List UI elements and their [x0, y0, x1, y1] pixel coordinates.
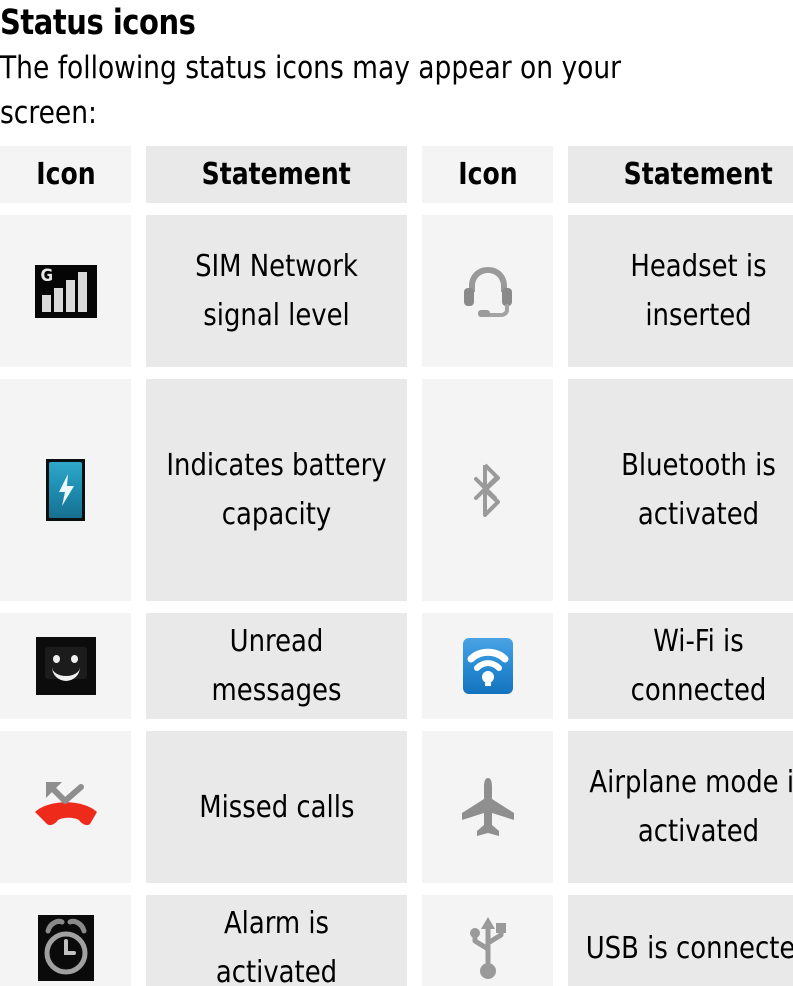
cell-statement-battery: Indicates battery capacity: [146, 379, 407, 601]
wifi-icon: [462, 638, 513, 694]
cell-icon-bluetooth: [422, 379, 553, 601]
airplane-icon: [461, 778, 514, 836]
statement-text: Missed calls: [198, 789, 355, 825]
table-header-row: Icon Statement Icon Statement: [0, 146, 793, 203]
cell-icon-alarm: [0, 895, 131, 986]
cell-statement-usb: USB is connected: [568, 895, 793, 986]
cell-icon-sim: G: [0, 215, 131, 367]
headset-icon: [463, 267, 512, 317]
usb-icon: [469, 917, 506, 979]
statement-text: Wi-Fi is connected: [630, 624, 767, 708]
document-page: Status icons The following status icons …: [0, 0, 793, 986]
cell-icon-usb: [422, 895, 553, 986]
cell-statement-alarm: Alarm is activated: [146, 895, 407, 986]
missed-call-icon: [34, 782, 97, 826]
cell-icon-unread: [0, 613, 131, 719]
intro-line-2: screen:: [0, 95, 97, 131]
header-statement-left-label: Statement: [201, 157, 352, 192]
page-title: Status icons: [0, 3, 196, 43]
bluetooth-icon: [473, 463, 500, 517]
alarm-clock-icon: [37, 915, 94, 981]
cell-statement-missed-call: Missed calls: [146, 731, 407, 883]
table-row: Alarm is activated USB is connected: [0, 895, 793, 986]
statement-text: Unread messages: [211, 624, 342, 708]
header-icon-right: Icon: [422, 146, 553, 203]
statement-text: Headset is inserted: [630, 249, 767, 333]
statement-text: Alarm is activated: [215, 906, 338, 986]
cell-statement-sim: SIM Network signal level: [146, 215, 407, 367]
cell-statement-headset: Headset is inserted: [568, 215, 793, 367]
status-icons-table: Icon Statement Icon Statement G SIM Netw…: [0, 134, 793, 986]
intro-line-1: The following status icons may appear on…: [0, 50, 622, 86]
unread-message-icon: [35, 637, 96, 695]
cell-icon-wifi: [422, 613, 553, 719]
table-row: Unread messages Wi-Fi is connected: [0, 613, 793, 719]
header-statement-left: Statement: [146, 146, 407, 203]
intro-paragraph: The following status icons may appear on…: [0, 44, 753, 136]
statement-text: Bluetooth is activated: [621, 448, 776, 532]
statement-text: Airplane mode is activated: [589, 765, 793, 849]
cell-icon-missed-call: [0, 731, 131, 883]
header-statement-right-label: Statement: [623, 157, 774, 192]
statement-text: SIM Network signal level: [195, 249, 358, 333]
header-icon-left: Icon: [0, 146, 131, 203]
cell-icon-headset: [422, 215, 553, 367]
battery-icon: [46, 459, 85, 521]
table-row: Missed calls Airplane mode is activated: [0, 731, 793, 883]
sim-signal-icon: G: [34, 264, 97, 318]
table-row: Indicates battery capacity Bluetooth is …: [0, 379, 793, 601]
header-statement-right: Statement: [568, 146, 793, 203]
header-icon-left-label: Icon: [35, 157, 96, 192]
statement-text: USB is connected: [585, 930, 793, 966]
statement-text: Indicates battery capacity: [166, 448, 387, 532]
cell-statement-bluetooth: Bluetooth is activated: [568, 379, 793, 601]
header-icon-right-label: Icon: [457, 157, 518, 192]
cell-statement-unread: Unread messages: [146, 613, 407, 719]
cell-statement-airplane: Airplane mode is activated: [568, 731, 793, 883]
cell-statement-wifi: Wi-Fi is connected: [568, 613, 793, 719]
cell-icon-battery: [0, 379, 131, 601]
cell-icon-airplane: [422, 731, 553, 883]
table-row: G SIM Network signal level Headset is in…: [0, 215, 793, 367]
